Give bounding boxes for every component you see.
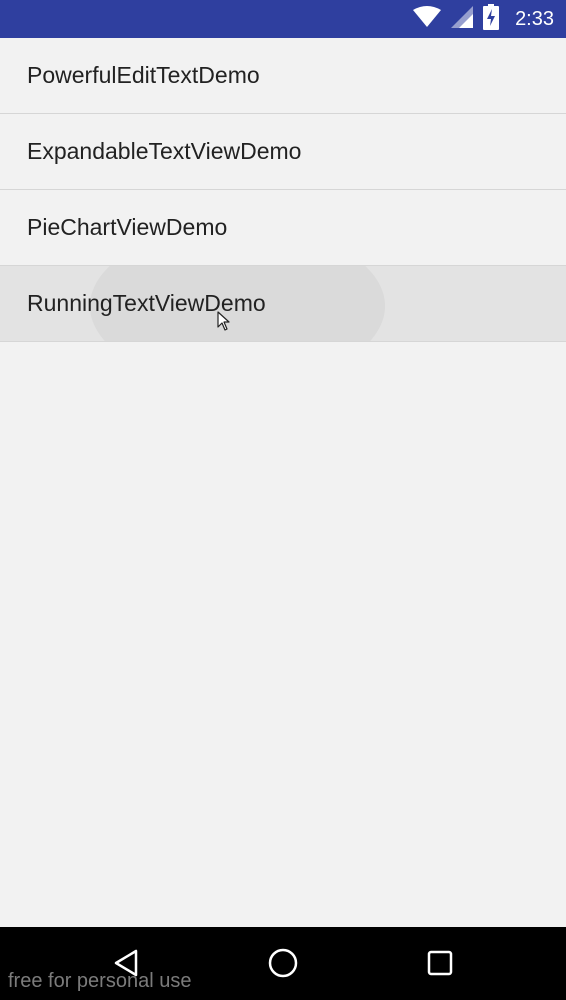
signal-icon <box>451 5 474 33</box>
list-item-pie-chart-view[interactable]: PieChartViewDemo <box>0 190 566 266</box>
list-item-label: ExpandableTextViewDemo <box>27 138 302 164</box>
status-icons: 2:33 <box>413 0 554 38</box>
home-icon[interactable] <box>265 945 301 981</box>
recents-icon[interactable] <box>422 945 458 981</box>
list-item-expandable-text-view[interactable]: ExpandableTextViewDemo <box>0 114 566 190</box>
status-time: 2:33 <box>515 8 554 30</box>
wifi-icon <box>413 5 442 33</box>
demo-list: PowerfulEditTextDemo ExpandableTextViewD… <box>0 38 566 342</box>
list-item-powerful-edit-text[interactable]: PowerfulEditTextDemo <box>0 38 566 114</box>
list-item-label: RunningTextViewDemo <box>27 290 266 316</box>
watermark: free for personal use <box>8 970 192 992</box>
list-item-running-text-view[interactable]: RunningTextViewDemo <box>0 266 566 342</box>
list-item-label: PieChartViewDemo <box>27 214 228 240</box>
list-item-label: PowerfulEditTextDemo <box>27 62 260 88</box>
battery-charging-icon <box>483 3 500 35</box>
status-bar: 2:33 <box>0 0 566 38</box>
